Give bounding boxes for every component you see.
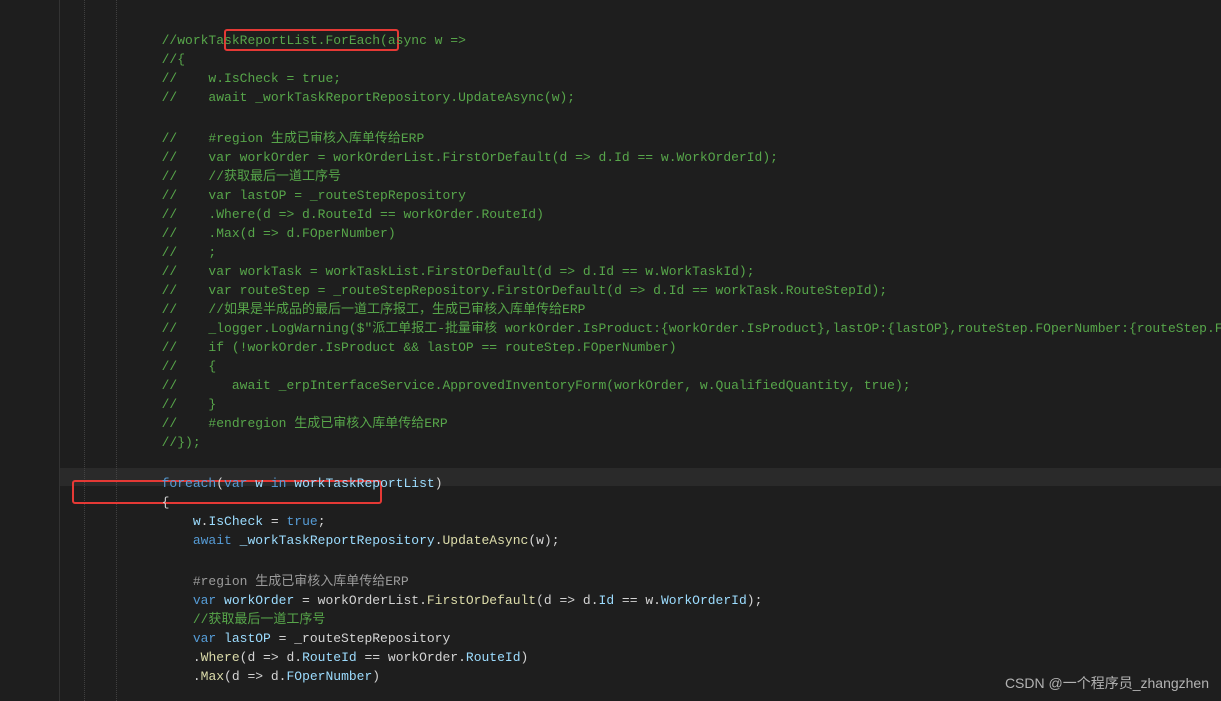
code-line[interactable]: // #endregion 生成已审核入库单传给ERP bbox=[68, 415, 448, 433]
code-line[interactable]: // if (!workOrder.IsProduct && lastOP ==… bbox=[68, 339, 677, 357]
code-line[interactable]: // await _erpInterfaceService.ApprovedIn… bbox=[68, 377, 911, 395]
code-line[interactable]: var lastOP = _routeStepRepository bbox=[68, 630, 450, 648]
code-line[interactable]: // //获取最后一道工序号 bbox=[68, 168, 341, 186]
code-line[interactable]: // _logger.LogWarning($"派工单报工-批量审核 workO… bbox=[68, 320, 1221, 338]
code-line[interactable]: // .Where(d => d.RouteId == workOrder.Ro… bbox=[68, 206, 544, 224]
code-line[interactable]: #region 生成已审核入库单传给ERP bbox=[68, 573, 409, 591]
code-line[interactable]: .Max(d => d.FOperNumber) bbox=[68, 668, 380, 686]
code-line[interactable]: foreach(var w in workTaskReportList) bbox=[68, 475, 443, 493]
code-line[interactable]: // ; bbox=[68, 244, 216, 262]
code-line[interactable]: // await _workTaskReportRepository.Updat… bbox=[68, 89, 575, 107]
code-line[interactable]: // { bbox=[68, 358, 216, 376]
code-editor[interactable]: //workTaskReportList.ForEach(async w => … bbox=[0, 0, 1221, 701]
code-line[interactable]: var workOrder = workOrderList.FirstOrDef… bbox=[68, 592, 762, 610]
code-line[interactable]: { bbox=[68, 494, 169, 512]
code-line[interactable]: //}); bbox=[68, 434, 201, 452]
code-line[interactable]: //workTaskReportList.ForEach(async w => bbox=[68, 32, 466, 50]
code-line[interactable]: await _workTaskReportRepository.UpdateAs… bbox=[68, 532, 560, 550]
code-line[interactable]: // w.IsCheck = true; bbox=[68, 70, 341, 88]
watermark: CSDN @一个程序员_zhangzhen bbox=[1005, 673, 1209, 693]
gutter bbox=[0, 0, 60, 701]
code-line[interactable]: // var lastOP = _routeStepRepository bbox=[68, 187, 466, 205]
code-line[interactable]: // .Max(d => d.FOperNumber) bbox=[68, 225, 396, 243]
code-line[interactable]: // var workOrder = workOrderList.FirstOr… bbox=[68, 149, 778, 167]
code-line[interactable]: w.IsCheck = true; bbox=[68, 513, 326, 531]
code-line[interactable]: // //如果是半成品的最后一道工序报工，生成已审核入库单传给ERP bbox=[68, 301, 585, 319]
code-line[interactable]: // var routeStep = _routeStepRepository.… bbox=[68, 282, 887, 300]
code-line[interactable]: // } bbox=[68, 396, 216, 414]
code-line[interactable]: //{ bbox=[68, 51, 185, 69]
code-line[interactable]: // #region 生成已审核入库单传给ERP bbox=[68, 130, 424, 148]
code-area[interactable]: //workTaskReportList.ForEach(async w => … bbox=[60, 0, 1221, 701]
code-line[interactable]: //获取最后一道工序号 bbox=[68, 611, 325, 629]
code-line[interactable]: // var workTask = workTaskList.FirstOrDe… bbox=[68, 263, 755, 281]
code-line[interactable]: .Where(d => d.RouteId == workOrder.Route… bbox=[68, 649, 528, 667]
